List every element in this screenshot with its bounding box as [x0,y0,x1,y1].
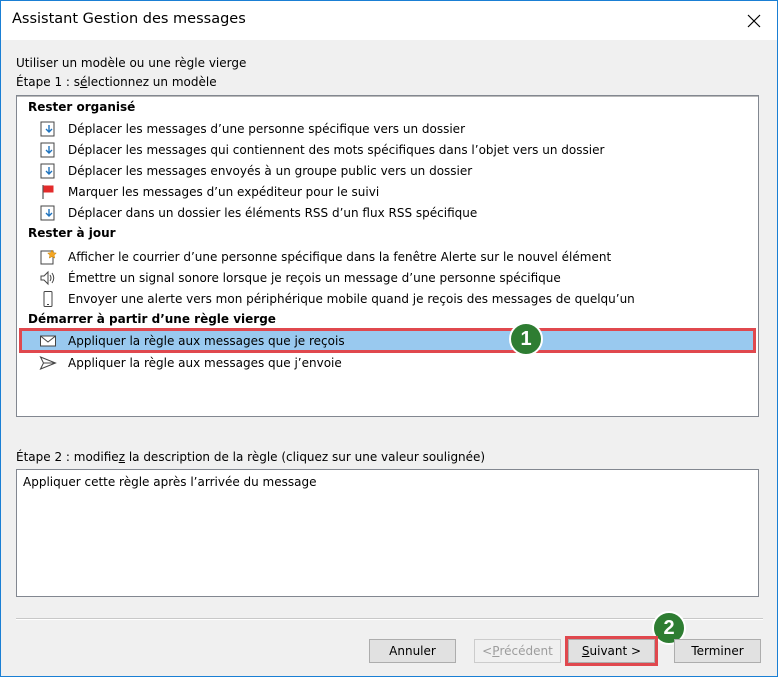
close-button[interactable] [731,1,777,40]
template-item-mobile-alert[interactable]: Envoyer une alerte vers mon périphérique… [21,288,754,309]
annotation-badge-1: 1 [509,322,543,356]
template-item-label: Appliquer la règle aux messages que je r… [68,333,345,348]
template-item-apply-received[interactable]: Appliquer la règle aux messages que je r… [19,328,756,353]
template-item-label: Marquer les messages d’un expéditeur pou… [68,184,380,199]
template-item-move-from-person[interactable]: Déplacer les messages d’une personne spé… [21,118,754,139]
previous-button[interactable]: < Précédent [474,639,561,663]
template-item-label: Déplacer les messages d’une personne spé… [68,121,465,136]
template-item-label: Déplacer les messages qui contiennent de… [68,142,605,157]
template-item-label: Envoyer une alerte vers mon périphérique… [68,291,635,306]
template-list[interactable]: Rester organisé Déplacer les messages d’… [16,95,759,417]
template-item-move-rss[interactable]: Déplacer dans un dossier les éléments RS… [21,202,754,223]
move-to-folder-icon [38,161,58,181]
move-to-folder-icon [38,119,58,139]
move-to-folder-icon [38,203,58,223]
rule-description-text: Appliquer cette règle après l’arrivée du… [23,475,317,489]
title-bar: Assistant Gestion des messages [1,1,777,40]
rule-description-box[interactable]: Appliquer cette règle après l’arrivée du… [16,469,759,597]
template-item-label: Appliquer la règle aux messages que j’en… [68,355,342,370]
template-item-alert-window[interactable]: Afficher le courrier d’une personne spéc… [21,246,754,267]
close-icon [747,14,761,27]
template-item-label: Déplacer dans un dossier les éléments RS… [68,205,478,220]
cancel-button[interactable]: Annuler [369,639,456,663]
template-item-play-sound[interactable]: Émettre un signal sonore lorsque je reço… [21,267,754,288]
mobile-device-icon [38,289,58,309]
send-arrow-icon [38,353,58,373]
footer-separator [16,618,763,620]
red-flag-icon [38,182,58,202]
heading-label: Utiliser un modèle ou une règle vierge [16,56,247,70]
template-item-label: Déplacer les messages envoyés à un group… [68,163,473,178]
window-title: Assistant Gestion des messages [12,11,246,27]
group-header-regle-vierge: Démarrer à partir d’une règle vierge [28,312,276,326]
move-to-folder-icon [38,140,58,160]
template-item-label: Émettre un signal sonore lorsque je reço… [68,270,561,285]
speaker-icon [38,268,58,288]
template-item-apply-sent[interactable]: Appliquer la règle aux messages que j’en… [21,352,754,373]
step2-label: Étape 2 : modifiez la description de la … [16,450,486,464]
template-item-move-public-group[interactable]: Déplacer les messages envoyés à un group… [21,160,754,181]
template-item-label: Afficher le courrier d’une personne spéc… [68,249,612,264]
step1-label: Étape 1 : sélectionnez un modèle [16,75,217,89]
next-button[interactable]: Suivant > [565,636,658,666]
template-item-move-with-words[interactable]: Déplacer les messages qui contiennent de… [21,139,754,160]
envelope-icon [38,331,58,351]
rules-wizard-dialog: Assistant Gestion des messages Utiliser … [0,0,778,677]
finish-button[interactable]: Terminer [674,639,761,663]
group-header-rester-a-jour: Rester à jour [28,226,116,240]
group-header-rester-organise: Rester organisé [28,100,136,114]
template-item-flag-sender[interactable]: Marquer les messages d’un expéditeur pou… [21,181,754,202]
alert-window-icon [38,247,58,267]
